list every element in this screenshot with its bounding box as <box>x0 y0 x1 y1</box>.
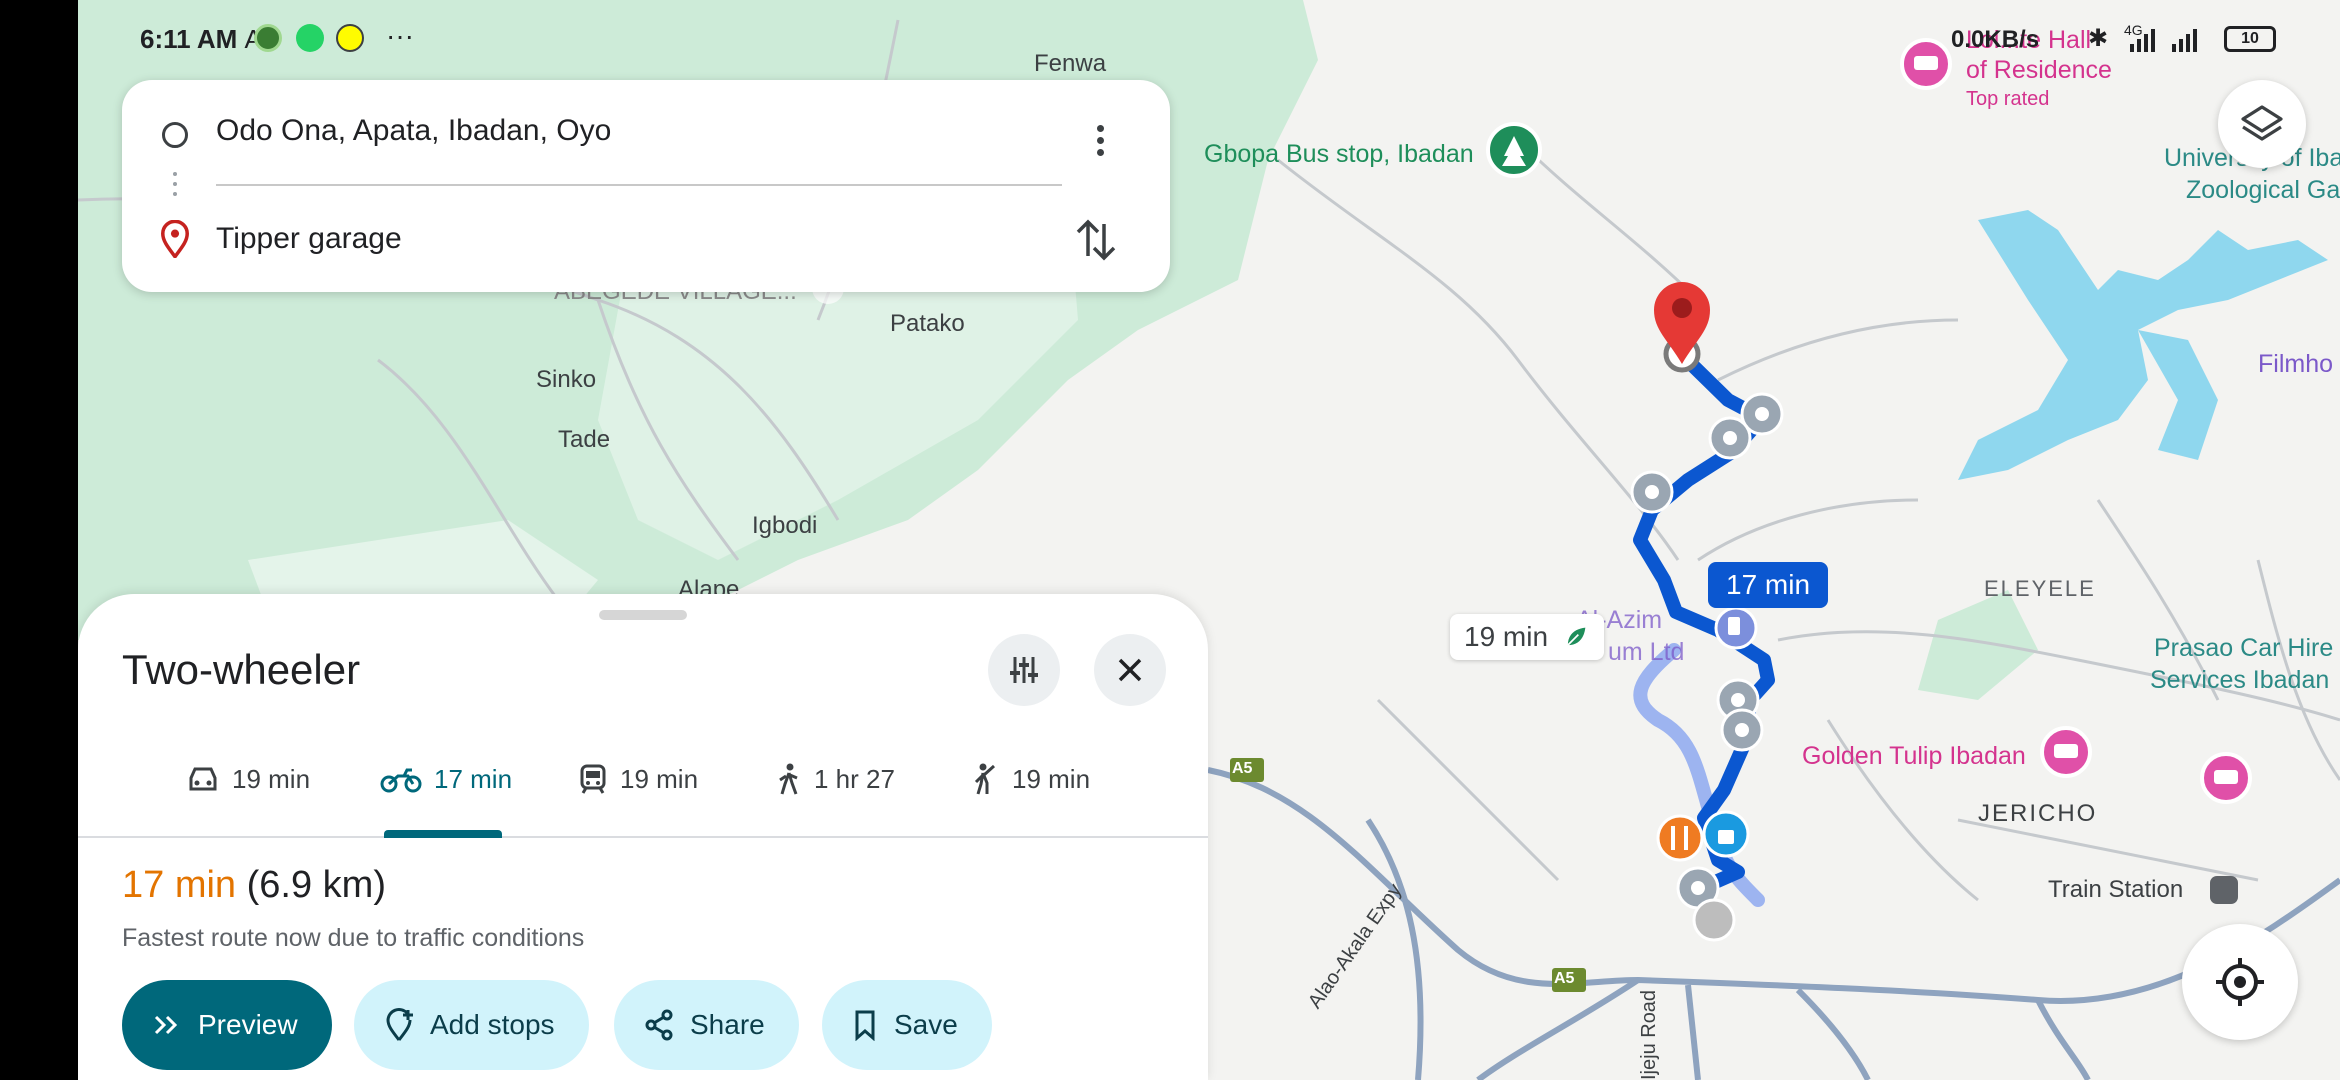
map-screen: Fenwa ABEGEDE VILLAGE... Patako Sinko Ta… <box>78 0 2340 1080</box>
add-location-icon <box>386 1008 413 1041</box>
map-label-zoological[interactable]: Zoological Ga <box>2186 176 2340 205</box>
car-icon <box>189 767 217 791</box>
route-duration: 17 min <box>122 864 237 906</box>
double-chevron-icon <box>154 1015 178 1035</box>
tab-drive-label: 19 min <box>232 763 311 794</box>
highway-branch <box>1365 818 1424 1080</box>
my-location-button[interactable] <box>2182 924 2298 1040</box>
map-label-hall[interactable]: Lol...te Hall <box>1966 26 2091 55</box>
travel-mode-tabs: 19 min 17 min 19 min 1 hr 27 19 min <box>78 734 1208 838</box>
motorcycle-icon <box>380 768 422 793</box>
destination-field[interactable]: Tipper garage <box>216 222 402 256</box>
active-tab-indicator <box>384 830 502 838</box>
tab-drive[interactable]: 19 min <box>186 754 310 804</box>
hotel-pin <box>1900 38 1952 90</box>
route-note: Fastest route now due to traffic conditi… <box>122 924 585 952</box>
reservoir <box>1958 210 2328 480</box>
highway-shield-a5: A5 <box>1232 760 1253 777</box>
destination-pin <box>1654 282 1710 373</box>
hotel-pin <box>2200 752 2252 804</box>
tab-two-wheeler-label: 17 min <box>434 763 513 794</box>
share-button-label: Share <box>690 1009 765 1040</box>
route-options-button[interactable] <box>988 634 1060 706</box>
directions-sheet: Two-wheeler 19 min 17 min 19 min 1 hr 27 <box>78 594 1208 1080</box>
tab-two-wheeler[interactable]: 17 min <box>380 754 512 804</box>
map-label-igbodi: Igbodi <box>752 512 818 539</box>
layers-button[interactable] <box>2218 80 2306 168</box>
road-east <box>2035 998 2091 1080</box>
preview-button-label: Preview <box>198 1009 298 1040</box>
sheet-drag-handle[interactable] <box>599 610 687 620</box>
bookmark-icon <box>855 1010 875 1041</box>
map-label-residence[interactable]: of Residence <box>1966 56 2112 85</box>
train-station-icon <box>2210 876 2238 904</box>
highway-expy <box>1476 977 1640 1080</box>
travel-mode-title: Two-wheeler <box>122 646 361 693</box>
more-options-button[interactable] <box>1070 110 1130 170</box>
save-button-label: Save <box>894 1009 958 1040</box>
map-label-train-station[interactable]: Train Station <box>2048 876 2183 904</box>
map-label-road: Ijeju Road <box>1638 989 1660 1080</box>
map-label-sinko: Sinko <box>536 366 597 393</box>
restaurant-icon <box>1656 814 1704 862</box>
map-label-tade: Tade <box>558 426 611 453</box>
map-label-patako: Patako <box>890 310 965 337</box>
ride-hail-icon <box>974 763 996 795</box>
map-label-prasao[interactable]: Prasao Car Hire <box>2154 634 2333 663</box>
layers-icon <box>2241 105 2283 141</box>
origin-icon <box>162 122 188 148</box>
map-label-fenwa: Fenwa <box>1034 50 1107 77</box>
tab-ride-hail-label: 19 min <box>1012 763 1091 794</box>
highway-shield-a5: A5 <box>1554 970 1575 987</box>
map-label-gbopa[interactable]: Gbopa Bus stop, Ibadan <box>1204 140 1474 169</box>
tune-icon <box>1010 657 1038 683</box>
tab-transit[interactable]: 19 min <box>578 754 698 804</box>
map-label-eleyele: ELEYELE <box>1984 576 2096 601</box>
route-connector-dot <box>173 192 177 196</box>
route-connector-dot <box>173 172 177 176</box>
add-stops-button-label: Add stops <box>430 1009 555 1040</box>
route-distance: (6.9 km) <box>246 864 386 906</box>
crosshair-icon <box>2216 958 2264 1006</box>
add-stops-button[interactable]: Add stops <box>354 980 589 1070</box>
close-button[interactable] <box>1094 634 1166 706</box>
road-ijeju <box>1685 984 1701 1080</box>
map-label-filmho[interactable]: Filmho <box>2258 350 2333 379</box>
tab-walk[interactable]: 1 hr 27 <box>776 754 895 804</box>
field-divider <box>216 184 1062 186</box>
park-pin <box>1486 122 1542 178</box>
share-button[interactable]: Share <box>614 980 799 1070</box>
route-summary: 17 min (6.9 km) <box>122 864 386 907</box>
primary-route-time[interactable]: 17 min <box>1708 562 1829 608</box>
tab-transit-label: 19 min <box>620 763 699 794</box>
park-area <box>1918 590 2038 700</box>
origin-field[interactable]: Odo Ona, Apata, Ibadan, Oyo <box>216 114 611 148</box>
route-connector-dot <box>173 182 177 186</box>
directions-card: Odo Ona, Apata, Ibadan, Oyo Tipper garag… <box>122 80 1170 292</box>
road-south <box>1795 987 1871 1080</box>
eco-leaf-icon <box>1567 627 1586 646</box>
swap-direction-icon[interactable] <box>1066 210 1126 270</box>
map-label-prasao-services[interactable]: Services Ibadan <box>2150 666 2329 695</box>
alt-route-time-label: 19 min <box>1464 621 1549 652</box>
map-label-jericho: JERICHO <box>1978 800 2098 827</box>
tab-walk-label: 1 hr 27 <box>814 763 895 794</box>
save-button[interactable]: Save <box>822 980 992 1070</box>
map-label-azim-ltd[interactable]: um Ltd <box>1608 638 1684 667</box>
hotel-pin <box>2040 726 2092 778</box>
reservoir-arm <box>2138 330 2218 460</box>
close-icon <box>1118 658 1142 682</box>
walk-icon <box>779 763 798 795</box>
map-label-top-rated: Top rated <box>1966 88 2050 110</box>
map-label-golden-tulip[interactable]: Golden Tulip Ibadan <box>1802 742 2026 771</box>
tab-ride-hail[interactable]: 19 min <box>970 754 1090 804</box>
destination-pin-icon <box>161 220 189 258</box>
share-icon <box>645 1009 673 1041</box>
preview-button[interactable]: Preview <box>122 980 332 1070</box>
transit-icon <box>580 764 606 794</box>
alt-route-time[interactable]: 19 min <box>1450 614 1604 660</box>
